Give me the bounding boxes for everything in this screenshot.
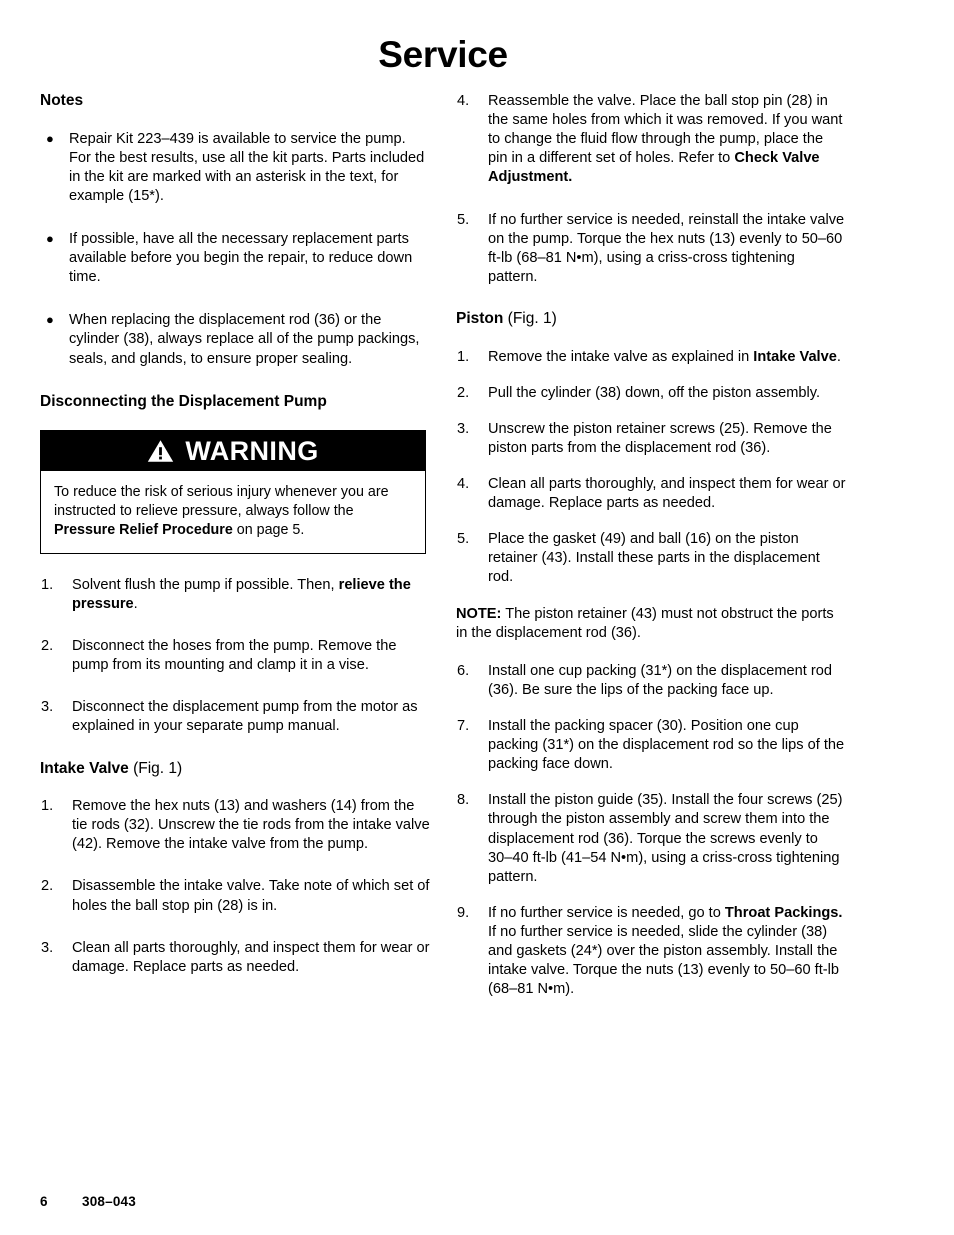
step-text-before: Disconnect the hoses from the pump. Remo…: [72, 638, 397, 674]
piston-note: NOTE: The piston retainer (43) must not …: [456, 605, 846, 643]
step-text-before: Disassemble the intake valve. Take note …: [72, 878, 430, 914]
intake-valve-steps: 1. Remove the hex nuts (13) and washers …: [40, 797, 430, 977]
step-number: 2.: [457, 384, 470, 401]
intake-valve-heading-figref: (Fig. 1): [128, 759, 183, 777]
step-text-bold: Throat Packings.: [724, 904, 843, 921]
step-text-before: Install the packing spacer (30). Positio…: [488, 718, 845, 773]
step-text-before: Place the gasket (49) and ball (16) on t…: [488, 531, 820, 586]
piston-heading-figref: (Fig. 1): [503, 309, 557, 327]
intake-valve-heading-bold: Intake Valve: [40, 759, 129, 777]
step-number: 4.: [457, 93, 470, 109]
step-text-before: Disconnect the displacement pump from th…: [72, 699, 418, 735]
step-number: 3.: [41, 939, 54, 956]
step-number: 9.: [457, 904, 470, 921]
step-number: 4.: [457, 476, 470, 493]
list-item: 2. Pull the cylinder (38) down, off the …: [456, 384, 846, 403]
page-title: Service: [378, 34, 508, 75]
right-column: 4. Reassemble the valve. Place the ball …: [456, 92, 846, 1016]
piston-heading: Piston (Fig. 1): [456, 310, 846, 329]
list-item: 4. Reassemble the valve. Place the ball …: [456, 92, 846, 188]
warning-triangle-icon: [148, 440, 174, 463]
step-text-before: Clean all parts thoroughly, and inspect …: [488, 476, 846, 512]
piston-steps-part-one: 1. Remove the intake valve as explained …: [456, 348, 846, 588]
list-item: 2. Disassemble the intake valve. Take no…: [40, 877, 430, 915]
list-item: 1. Remove the intake valve as explained …: [456, 348, 846, 367]
footer-page-number: 6: [40, 1194, 48, 1209]
step-text-bold: Intake Valve: [753, 348, 837, 365]
step-text-before: Solvent flush the pump if possible. Then…: [72, 576, 339, 593]
note-text: When replacing the displacement rod (36)…: [69, 312, 420, 367]
list-item: ● When replacing the displacement rod (3…: [40, 311, 430, 368]
step-text-before: Remove the hex nuts (13) and washers (14…: [72, 798, 430, 853]
bullet-icon: ●: [46, 231, 54, 247]
bullet-icon: ●: [46, 312, 54, 328]
step-number: 3.: [41, 699, 54, 716]
step-number: 3.: [457, 420, 470, 437]
list-item: 4. Clean all parts thoroughly, and inspe…: [456, 475, 846, 513]
step-text-after: .: [836, 348, 841, 365]
list-item: 1. Solvent flush the pump if possible. T…: [40, 576, 430, 614]
list-item: 1. Remove the hex nuts (13) and washers …: [40, 797, 430, 854]
left-column: Notes ● Repair Kit 223–439 is available …: [40, 92, 430, 1000]
list-item: 3. Unscrew the piston retainer screws (2…: [456, 420, 846, 458]
notes-list: ● Repair Kit 223–439 is available to ser…: [40, 130, 430, 369]
warning-text-before: To reduce the risk of serious injury whe…: [54, 484, 389, 520]
step-number: 2.: [41, 878, 54, 895]
warning-label: WARNING: [185, 435, 319, 466]
step-number: 7.: [457, 718, 470, 734]
step-text-before: Remove the intake valve as explained in: [488, 348, 754, 365]
list-item: 2. Disconnect the hoses from the pump. R…: [40, 637, 430, 675]
step-text-after: .: [133, 595, 138, 612]
note-text: If possible, have all the necessary repl…: [69, 231, 413, 286]
intake-valve-steps-continued: 4. Reassemble the valve. Place the ball …: [456, 92, 846, 287]
list-item: ● If possible, have all the necessary re…: [40, 230, 430, 287]
step-number: 2.: [41, 638, 54, 655]
step-number: 5.: [457, 531, 470, 548]
step-number: 1.: [41, 798, 54, 815]
warning-header: WARNING: [41, 431, 425, 472]
warning-text-after: on page 5.: [232, 522, 305, 538]
list-item: ● Repair Kit 223–439 is available to ser…: [40, 130, 430, 206]
warning-body-text: To reduce the risk of serious injury whe…: [41, 471, 425, 553]
list-item: 8. Install the piston guide (35). Instal…: [456, 791, 846, 887]
notes-heading: Notes: [40, 92, 84, 109]
piston-heading-bold: Piston: [456, 309, 504, 327]
note-label: NOTE:: [456, 605, 502, 622]
list-item: 3. Disconnect the displacement pump from…: [40, 698, 430, 736]
step-number: 1.: [457, 348, 470, 365]
step-text-before: If no further service is needed, go to: [488, 904, 725, 921]
note-text: Repair Kit 223–439 is available to servi…: [69, 130, 425, 204]
step-number: 6.: [457, 662, 470, 679]
step-text-before: Clean all parts thoroughly, and inspect …: [72, 939, 430, 975]
step-number: 5.: [457, 211, 470, 228]
disconnecting-pump-heading: Disconnecting the Displacement Pump: [40, 392, 327, 410]
step-number: 1.: [41, 576, 54, 593]
list-item: 7. Install the packing spacer (30). Posi…: [456, 717, 846, 774]
step-text-before: If no further service is needed, reinsta…: [488, 211, 845, 285]
warning-text-bold: Pressure Relief Procedure: [54, 522, 233, 538]
bullet-icon: ●: [46, 130, 54, 146]
list-item: 5. Place the gasket (49) and ball (16) o…: [456, 530, 846, 587]
step-text-before: Install one cup packing (31*) on the dis…: [488, 662, 832, 698]
step-text-before: Unscrew the piston retainer screws (25).…: [488, 420, 832, 456]
disconnecting-pump-steps: 1. Solvent flush the pump if possible. T…: [40, 576, 430, 737]
intake-valve-heading: Intake Valve (Fig. 1): [40, 760, 430, 779]
step-text-after: If no further service is needed, slide t…: [488, 923, 840, 998]
step-text-before: Pull the cylinder (38) down, off the pis…: [488, 384, 821, 401]
list-item: 3. Clean all parts thoroughly, and inspe…: [40, 939, 430, 977]
step-number: 8.: [457, 792, 470, 809]
list-item: 6. Install one cup packing (31*) on the …: [456, 662, 846, 700]
step-text-before: Install the piston guide (35). Install t…: [488, 792, 843, 885]
list-item: 5. If no further service is needed, rein…: [456, 211, 846, 287]
list-item: 9. If no further service is needed, go t…: [456, 904, 846, 1000]
piston-steps-part-two: 6. Install one cup packing (31*) on the …: [456, 662, 846, 1000]
footer-document-number: 308–043: [82, 1194, 136, 1209]
warning-box: WARNING To reduce the risk of serious in…: [40, 430, 426, 554]
page-footer: 6 308–043: [40, 1194, 136, 1209]
note-text: The piston retainer (43) must not obstru…: [456, 605, 834, 641]
